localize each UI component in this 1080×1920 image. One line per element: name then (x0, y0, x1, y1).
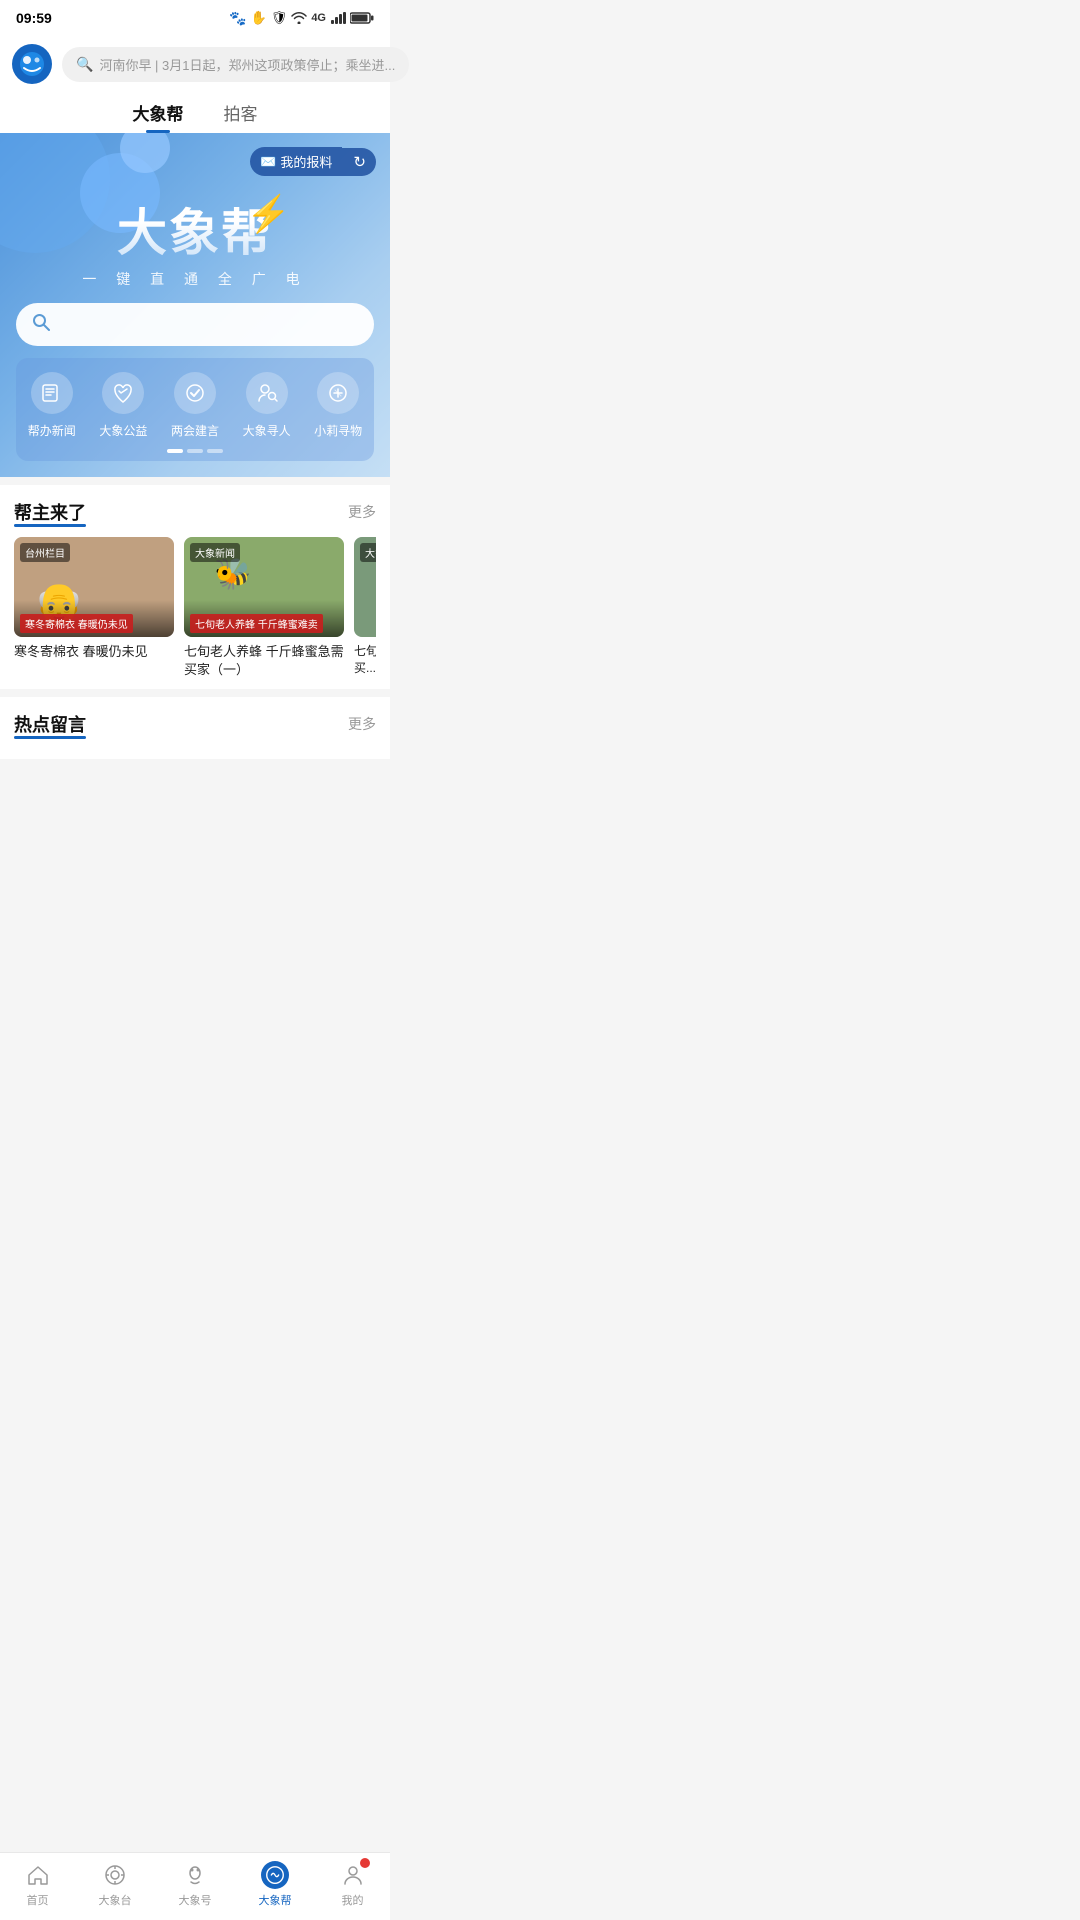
dot-2 (187, 449, 203, 453)
card-image-2: 大象新闻 七旬老人养蜂 千斤蜂蜜难卖 (184, 537, 344, 637)
service-item-gongyi[interactable]: 大象公益 (88, 372, 160, 439)
lightning-icon: ⚡ (246, 193, 291, 235)
redian-section: 热点留言 更多 (0, 697, 390, 759)
hero-subtitle: 一 键 直 通 全 广 电 (46, 269, 344, 289)
daxiangbang-nav-icon (261, 1861, 289, 1889)
signal-bars-icon (330, 12, 346, 24)
mine-label: 我的 (342, 1892, 364, 1908)
xiaoli-label: 小莉寻物 (314, 422, 362, 439)
table-row[interactable]: 大象新闻 七旬老人养蜂 千斤蜂蜜难卖 七旬老人养蜂 千斤蜂蜜急需买家（一） (184, 537, 344, 679)
app-logo[interactable] (12, 44, 52, 84)
search-placeholder-text: 河南你早 | 3月1日起，郑州这项政策停止；乘坐进... (99, 55, 395, 74)
redian-more[interactable]: 更多 (348, 714, 376, 734)
dot-3 (207, 449, 223, 453)
service-item-lianghui[interactable]: 两会建言 (159, 372, 231, 439)
dot-1 (167, 449, 183, 453)
mine-icon (339, 1861, 367, 1889)
bangzhu-more[interactable]: 更多 (348, 502, 376, 522)
tab-daxiangbang[interactable]: 大象帮 (133, 100, 184, 133)
table-row[interactable]: 台州栏目 寒冬寄棉衣 春暖仍未见 寒冬寄棉衣 春暖仍未见 (14, 537, 174, 679)
home-icon (24, 1861, 52, 1889)
home-label: 首页 (27, 1892, 49, 1908)
card-badge-text-1: 寒冬寄棉衣 春暖仍未见 (20, 614, 133, 633)
lianghui-label: 两会建言 (171, 422, 219, 439)
report-envelope-icon: ✉️ (260, 154, 276, 170)
nav-item-mine[interactable]: 我的 (339, 1861, 367, 1908)
header: 🔍 河南你早 | 3月1日起，郑州这项政策停止；乘坐进... (0, 36, 390, 92)
bangzhu-card-list: 台州栏目 寒冬寄棉衣 春暖仍未见 寒冬寄棉衣 春暖仍未见 大象新闻 七旬老人养蜂… (14, 537, 376, 679)
hero-title-area: 大象帮 ⚡ 一 键 直 通 全 广 电 (16, 169, 374, 289)
status-bar: 09:59 🐾 ✋ 🛡 4G (0, 0, 390, 36)
service-row: 帮办新闻 大象公益 (16, 372, 374, 439)
status-time: 09:59 (16, 10, 52, 26)
nav-item-daxiangtai[interactable]: 大象台 (99, 1861, 132, 1908)
gongyi-icon (102, 372, 144, 414)
daxianghao-label: 大象号 (179, 1892, 212, 1908)
bangzhu-section: 帮主来了 更多 台州栏目 寒冬寄棉衣 春暖仍未见 寒冬寄棉衣 春暖仍未见 大象新… (0, 485, 390, 689)
bangban-label: 帮办新闻 (28, 422, 76, 439)
service-item-bangban[interactable]: 帮办新闻 (16, 372, 88, 439)
card-image-1: 台州栏目 寒冬寄棉衣 春暖仍未见 (14, 537, 174, 637)
xiaoli-icon (317, 372, 359, 414)
nav-item-home[interactable]: 首页 (24, 1861, 52, 1908)
hero-search-bar[interactable] (16, 303, 374, 346)
service-item-xunren[interactable]: 大象寻人 (231, 372, 303, 439)
hand-icon: ✋ (251, 10, 267, 26)
daxiangtai-icon (101, 1861, 129, 1889)
lianghui-icon (174, 372, 216, 414)
paw-icon: 🐾 (229, 10, 246, 27)
tab-paikee[interactable]: 拍客 (224, 100, 258, 133)
hero-search-icon (32, 313, 50, 336)
bottom-nav: 首页 大象台 大象号 (0, 1852, 390, 1920)
dots-indicator (16, 449, 374, 457)
nav-item-daxianghao[interactable]: 大象号 (179, 1861, 212, 1908)
card-badge-2: 七旬老人养蜂 千斤蜂蜜难卖 (184, 600, 344, 637)
card-caption-2: 七旬老人养蜂 千斤蜂蜜急需买家（一） (184, 643, 344, 679)
service-item-xiaoli[interactable]: 小莉寻物 (302, 372, 374, 439)
service-grid: 帮办新闻 大象公益 (16, 358, 374, 461)
gongyi-label: 大象公益 (99, 422, 147, 439)
daxiangtai-label: 大象台 (99, 1892, 132, 1908)
shield-icon: 🛡 (271, 10, 288, 26)
hero-content: 大象帮 ⚡ 一 键 直 通 全 广 电 (16, 169, 374, 461)
redian-section-header: 热点留言 更多 (14, 711, 376, 737)
card-caption-3: 七旬老急需买... (354, 643, 376, 677)
hero-banner: ✉️ 我的报料 ↻ 大象帮 ⚡ 一 键 直 通 全 广 电 (0, 133, 390, 477)
daxianghao-icon (181, 1861, 209, 1889)
card-watermark-3: 大象新闻 (360, 543, 376, 562)
xunren-label: 大象寻人 (243, 422, 291, 439)
redian-title: 热点留言 (14, 711, 86, 737)
xunren-icon (246, 372, 288, 414)
tabs-container: 大象帮 拍客 (0, 92, 390, 133)
bangzhu-section-header: 帮主来了 更多 (14, 499, 376, 525)
bangban-icon (31, 372, 73, 414)
card-caption-1: 寒冬寄棉衣 春暖仍未见 (14, 643, 174, 661)
nav-item-daxiangbang[interactable]: 大象帮 (259, 1861, 292, 1908)
circle-small (120, 133, 170, 173)
refresh-icon: ↻ (353, 153, 366, 171)
battery-icon (350, 12, 374, 24)
signal-4g-icon: 4G (311, 12, 326, 24)
wifi-icon (291, 12, 307, 24)
daxiangbang-nav-label: 大象帮 (259, 1892, 292, 1908)
card-watermark-1: 台州栏目 (20, 543, 70, 562)
table-row[interactable]: 大象新闻 七旬老急需买... (354, 537, 376, 679)
card-badge-text-2: 七旬老人养蜂 千斤蜂蜜难卖 (190, 614, 323, 633)
status-icons: 🐾 ✋ 🛡 4G (229, 10, 374, 27)
mine-badge (359, 1857, 371, 1869)
card-watermark-2: 大象新闻 (190, 543, 240, 562)
search-icon: 🔍 (76, 56, 93, 73)
bangzhu-title: 帮主来了 (14, 499, 86, 525)
card-image-3: 大象新闻 (354, 537, 376, 637)
card-badge-1: 寒冬寄棉衣 春暖仍未见 (14, 600, 174, 637)
search-bar[interactable]: 🔍 河南你早 | 3月1日起，郑州这项政策停止；乘坐进... (62, 47, 409, 82)
